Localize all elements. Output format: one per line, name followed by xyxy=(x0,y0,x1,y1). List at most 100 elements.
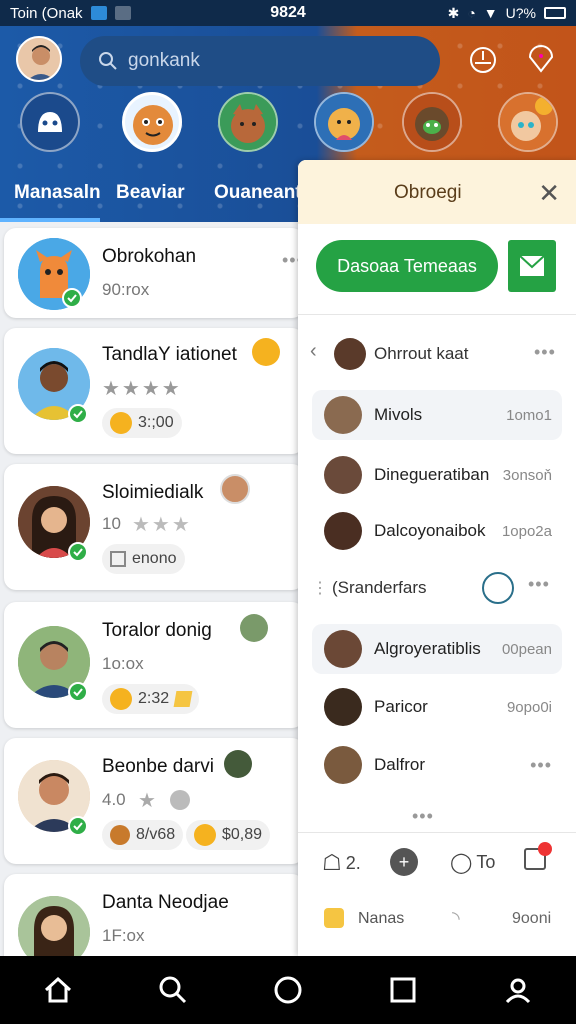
search-input[interactable]: gonkank xyxy=(80,36,440,86)
status-chip: 8/v68 xyxy=(102,820,184,850)
like-count: 2. xyxy=(345,852,361,873)
list-item[interactable]: Beonbe darvi 4.0 ★ 8/v68 $0,89 xyxy=(4,738,304,864)
panel-row[interactable]: Dinegueratiban 3onsoň xyxy=(312,450,562,500)
search-icon xyxy=(99,52,117,70)
story-item[interactable] xyxy=(20,92,80,152)
panel-row[interactable]: Dalfror ••• xyxy=(312,740,562,790)
comment-button[interactable]: ◯ To xyxy=(450,850,495,875)
thumb-icon: ☖ xyxy=(322,850,342,875)
home-circle-icon[interactable] xyxy=(268,970,308,1010)
emoji-icon xyxy=(110,412,132,434)
panel-row[interactable]: Algroyeratiblis 00pean xyxy=(312,624,562,674)
mini-avatar xyxy=(240,614,268,642)
avatar xyxy=(18,896,90,956)
emoji-icon xyxy=(252,338,280,366)
more-icon[interactable]: ••• xyxy=(534,342,556,363)
story-item[interactable] xyxy=(122,92,182,152)
drag-handle-icon[interactable]: ⋮ xyxy=(312,578,328,598)
location-button[interactable] xyxy=(522,40,560,78)
list-item[interactable]: Sloimiedialk 10 ★★★ enono xyxy=(4,464,304,590)
avatar xyxy=(324,746,362,784)
search-placeholder: gonkank xyxy=(128,50,200,71)
row-time: 1omo1 xyxy=(506,406,552,424)
close-icon[interactable]: ✕ xyxy=(538,178,560,209)
list-item[interactable]: Obrokohan 90:rox ••• xyxy=(4,228,304,318)
chip-label: 8/v68 xyxy=(136,826,176,843)
primary-button[interactable]: Dasoaa Temeaas xyxy=(316,240,498,292)
avatar xyxy=(324,456,362,494)
bottom-nav xyxy=(0,956,576,1024)
avatar xyxy=(324,396,362,434)
online-badge-icon xyxy=(68,542,88,562)
tab-manasaln[interactable]: Manasaln xyxy=(14,182,101,204)
chip-label: 2:32 xyxy=(138,690,170,707)
home-icon[interactable] xyxy=(38,970,78,1010)
row-name: Dinegueratiban xyxy=(374,465,490,484)
search-icon[interactable] xyxy=(153,970,193,1010)
rating-value: 4.0 xyxy=(102,790,126,809)
story-bar xyxy=(0,90,576,160)
bluetooth-icon: ✱ xyxy=(447,4,460,21)
status-chip: enono xyxy=(102,544,185,574)
panel-row[interactable]: Mivols 1omo1 xyxy=(312,390,562,440)
footer-label: Nanas xyxy=(358,910,405,927)
avatar xyxy=(324,630,362,668)
row-name: Dalcoyonaibok xyxy=(374,521,486,540)
badge-icon xyxy=(110,825,130,845)
timer-button[interactable] xyxy=(464,40,502,78)
comment-icon: ◯ xyxy=(450,852,473,874)
pager-dots-icon: ••• xyxy=(412,806,434,826)
profile-icon[interactable] xyxy=(498,970,538,1010)
folder-icon xyxy=(324,908,344,928)
story-item[interactable] xyxy=(402,92,462,152)
panel-header: Obroegi ✕ xyxy=(298,160,576,224)
battery-icon xyxy=(544,7,566,19)
notification-button[interactable] xyxy=(524,842,552,870)
checkbox-icon[interactable] xyxy=(110,551,126,567)
star-rating: ★★★ xyxy=(132,514,192,536)
panel-row[interactable]: Dalcoyonaibok 1opo2a xyxy=(312,506,562,556)
story-item[interactable] xyxy=(218,92,278,152)
notification-icon xyxy=(90,6,107,20)
timer-icon[interactable] xyxy=(482,572,514,604)
group-header: (Sranderfars xyxy=(332,578,427,597)
contact-sub: 1o:ox xyxy=(102,654,144,673)
contact-name: Sloimiedialk xyxy=(102,482,204,503)
list-item[interactable]: Danta Neodjae 1F:ox xyxy=(4,874,304,956)
mail-button[interactable] xyxy=(508,240,556,292)
group-avatar xyxy=(334,338,366,370)
mini-avatar xyxy=(224,750,252,778)
side-panel: Obroegi ✕ Dasoaa Temeaas ‹ Ohrrout kaat … xyxy=(298,160,576,956)
row-time: 3onsoň xyxy=(502,466,552,484)
row-name: Paricor xyxy=(374,697,428,716)
rating-value: 10 xyxy=(102,514,121,533)
panel-title: Obroegi xyxy=(394,182,462,203)
battery-label: U?% xyxy=(505,5,536,21)
chip-label: enono xyxy=(132,550,177,567)
add-icon[interactable]: + xyxy=(390,848,418,876)
wifi-icon: ▼ xyxy=(483,5,498,21)
list-item[interactable]: Toralor donig 1o:ox 2:32 xyxy=(4,602,304,728)
emoji-icon xyxy=(110,688,132,710)
like-button[interactable]: ☖ 2. xyxy=(322,850,361,876)
tab-beaviar[interactable]: Beaviar xyxy=(116,182,185,204)
emoji-icon xyxy=(194,824,216,846)
more-icon[interactable]: ••• xyxy=(528,574,550,595)
group-header: Ohrrout kaat xyxy=(374,344,469,363)
story-item[interactable] xyxy=(314,92,374,152)
list-item[interactable]: TandlaY iationet ★★★★ 3:;00 xyxy=(4,328,304,454)
contact-name: Beonbe darvi xyxy=(102,756,214,777)
story-item[interactable] xyxy=(498,92,558,152)
tab-bar: Manasaln Beaviar Ouaneant xyxy=(0,176,302,222)
tab-ouaneant[interactable]: Ouaneant xyxy=(214,182,302,204)
panel-row[interactable]: Paricor 9opo0i xyxy=(312,682,562,732)
avatar xyxy=(324,512,362,550)
online-badge-icon xyxy=(68,682,88,702)
back-chevron-icon[interactable]: ‹ xyxy=(310,340,317,363)
contact-name: Obrokohan xyxy=(102,246,197,267)
chip-label: 3:;00 xyxy=(138,414,174,431)
more-icon[interactable]: ••• xyxy=(530,755,552,776)
mini-avatar xyxy=(220,474,250,504)
recents-icon[interactable] xyxy=(383,970,423,1010)
profile-avatar[interactable] xyxy=(16,36,62,82)
